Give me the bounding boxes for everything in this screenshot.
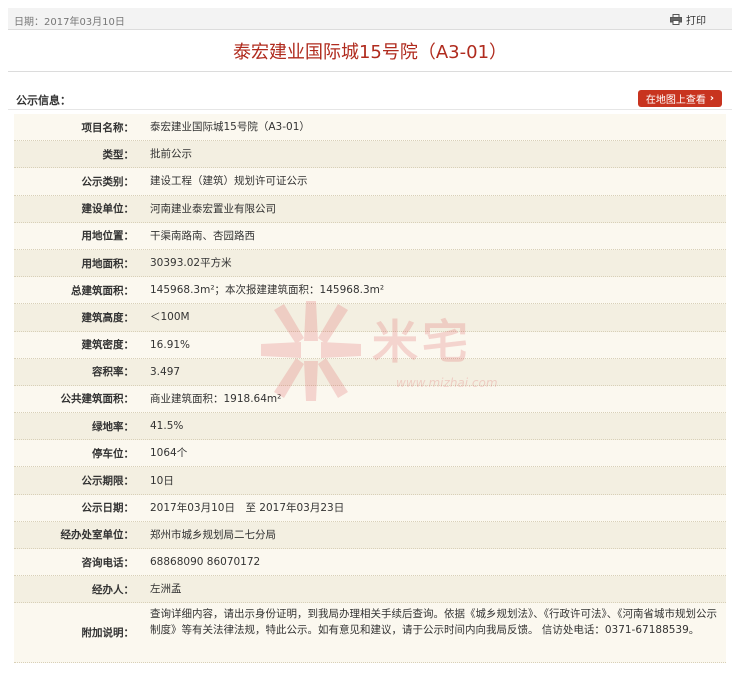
row-label: 总建筑面积：: [71, 284, 134, 297]
table-row: 绿地率： 41.5%: [14, 413, 726, 441]
print-button[interactable]: 打印: [670, 12, 706, 27]
row-value: 10日: [150, 474, 174, 487]
row-value: 干渠南路南、杏园路西: [150, 229, 255, 242]
view-on-map-button[interactable]: 在地图上查看 ›: [637, 90, 722, 107]
table-row: 公示日期： 2017年03月10日 至 2017年03月23日: [14, 494, 726, 522]
row-label: 附加说明：: [81, 627, 135, 640]
table-row: 附加说明： 查询详细内容，请出示身份证明，到我局办理相关手续后查询。依据《城乡规划…: [14, 603, 726, 664]
table-row: 建筑密度： 16.91%: [14, 331, 726, 359]
table-row: 用地面积： 30393.02平方米: [14, 249, 726, 278]
row-value: 查询详细内容，请出示身份证明，到我局办理相关手续后查询。依据《城乡规划法》、《行…: [150, 608, 717, 637]
table-row: 停车位： 1064个: [14, 440, 726, 468]
table-row: 类型： 批前公示: [14, 141, 726, 169]
row-label: 公示日期：: [81, 502, 135, 515]
table-row: 公示类别： 建设工程（建筑）规划许可证公示: [14, 168, 726, 196]
table-row: 咨询电话： 68868090 86070172: [14, 549, 726, 577]
table-row: 用地位置： 干渠南路南、杏园路西: [14, 222, 726, 250]
table-row: 项目名称： 泰宏建业国际城15号院（A3-01）: [14, 114, 726, 142]
table-row: 容积率： 3.497: [14, 358, 726, 386]
row-label: 建筑高度：: [81, 311, 135, 324]
row-value: 郑州市城乡规划局二七分局: [150, 528, 276, 541]
printer-icon: [670, 14, 682, 25]
section-label: 公示信息：: [16, 94, 71, 107]
row-value: 68868090 86070172: [150, 556, 261, 569]
section-header: 公示信息： 在地图上查看 ›: [8, 86, 732, 110]
row-value: 30393.02平方米: [150, 257, 232, 270]
table-row: 总建筑面积： 145968.3m²；本次报建建筑面积：145968.3m²: [14, 277, 726, 305]
row-value: ＜100M: [150, 311, 190, 324]
top-bar: 日期：2017年03月10日 打印: [8, 8, 732, 30]
table-row: 经办人： 左洲孟: [14, 576, 726, 604]
table-row: 经办处室单位： 郑州市城乡规划局二七分局: [14, 521, 726, 549]
row-label: 停车位：: [92, 447, 134, 460]
row-value: 145968.3m²；本次报建建筑面积：145968.3m²: [150, 284, 385, 297]
row-value: 左洲孟: [150, 583, 182, 596]
row-value: 2017年03月10日 至 2017年03月23日: [150, 501, 345, 514]
row-value: 16.91%: [150, 338, 191, 351]
row-value: 商业建筑面积：1918.64m²: [150, 392, 282, 405]
row-label: 建筑密度：: [81, 339, 135, 352]
row-label: 公示类别：: [81, 175, 135, 188]
row-label: 用地面积：: [81, 257, 135, 270]
row-value: 泰宏建业国际城15号院（A3-01）: [150, 121, 310, 134]
map-button-label: 在地图上查看: [645, 95, 706, 106]
row-label: 经办处室单位：: [60, 529, 135, 542]
row-label: 建设单位：: [81, 203, 135, 216]
page-title: 泰宏建业国际城15号院（A3-01）: [8, 34, 732, 72]
row-label: 公示期限：: [81, 475, 135, 488]
row-label: 用地位置：: [81, 230, 135, 243]
row-value: 河南建业泰宏置业有限公司: [150, 202, 276, 215]
row-label: 绿地率：: [92, 420, 134, 433]
row-label: 经办人：: [92, 583, 134, 596]
print-label: 打印: [686, 16, 706, 27]
table-row: 建筑高度： ＜100M: [14, 304, 726, 332]
table-row: 公示期限： 10日: [14, 467, 726, 495]
row-label: 类型：: [102, 148, 135, 161]
row-value: 1064个: [150, 447, 188, 460]
row-label: 公共建筑面积：: [60, 393, 135, 406]
row-label: 项目名称：: [81, 121, 135, 134]
row-value: 41.5%: [150, 420, 184, 433]
publish-date: 日期：2017年03月10日: [14, 17, 125, 28]
row-value: 批前公示: [150, 148, 192, 161]
chevron-right-icon: ›: [709, 93, 714, 104]
row-value: 3.497: [150, 365, 181, 378]
info-table: 项目名称： 泰宏建业国际城15号院（A3-01） 类型： 批前公示公示类别： 建设工程（…: [14, 114, 726, 664]
table-row: 公共建筑面积： 商业建筑面积：1918.64m²: [14, 385, 726, 414]
row-label: 咨询电话：: [81, 556, 135, 569]
table-row: 建设单位： 河南建业泰宏置业有限公司: [14, 195, 726, 223]
row-label: 容积率：: [92, 366, 134, 379]
row-value: 建设工程（建筑）规划许可证公示: [150, 175, 308, 188]
